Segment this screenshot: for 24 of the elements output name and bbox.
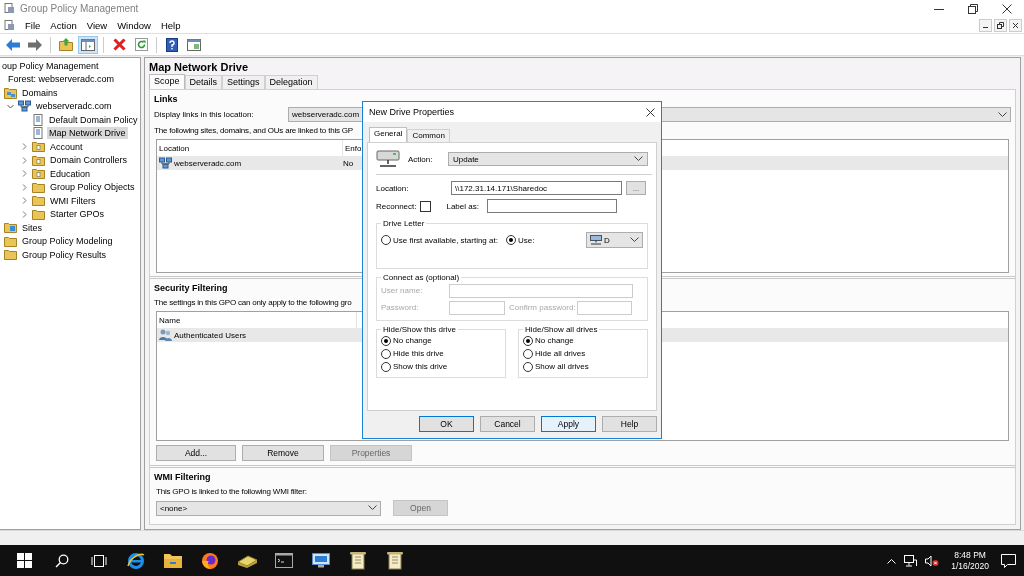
field-label: Reconnect: (376, 201, 417, 211)
field-label: Label as: (446, 201, 480, 211)
window-title: Group Policy Management (20, 3, 139, 14)
table-cell: Authenticated Users (174, 330, 247, 340)
field-label: Password: (381, 303, 420, 312)
group-title: Connect as (optional) (382, 273, 461, 282)
section-heading: Links (154, 93, 178, 106)
field-label: Location: (376, 183, 410, 193)
pane-title: Map Network Drive (148, 60, 250, 74)
description-text: The settings in this GPO can only apply to the following gro (154, 297, 352, 309)
field-label: Display links in this location: (154, 110, 255, 119)
description-text: The following sites, domains, and OUs are linked to this GP (154, 125, 353, 137)
group-title: Hide/Show this drive (382, 325, 457, 334)
dialog-title: New Drive Properties (369, 107, 455, 117)
section-heading: WMI Filtering (154, 471, 211, 484)
description-text: This GPO is linked to the following WMI filter: (155, 486, 307, 498)
group-title: Drive Letter (382, 219, 426, 228)
field-label: Action: (408, 154, 434, 164)
group-title: Hide/Show all drives (524, 325, 599, 334)
field-label: Confirm password: (509, 303, 577, 312)
field-label: User name: (381, 286, 424, 295)
table-cell: No (343, 158, 354, 168)
table-cell: webserveradc.com (174, 158, 242, 168)
section-heading: Security Filtering (154, 282, 228, 295)
